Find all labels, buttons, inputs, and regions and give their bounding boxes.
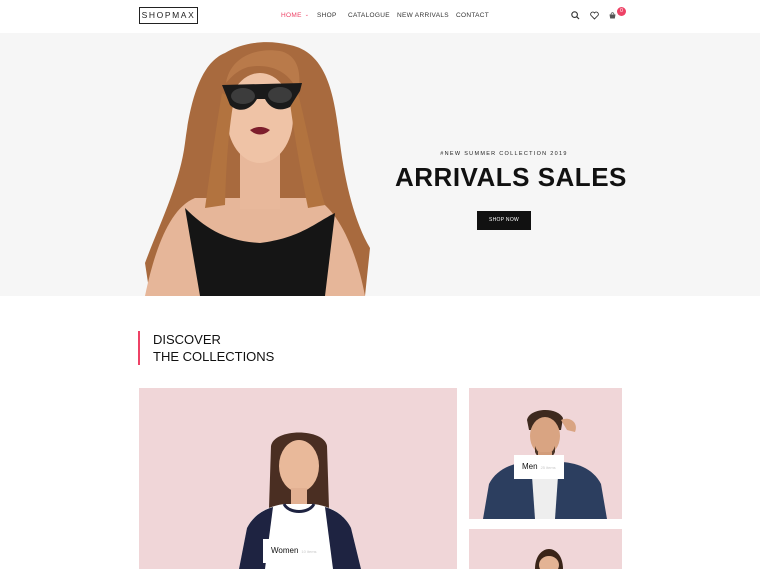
section-accent-bar [138, 331, 140, 365]
cart-count-badge: 0 [617, 7, 626, 16]
collection-count-men: 25 items [540, 465, 556, 470]
nav-item-shop[interactable]: SHOP [317, 12, 337, 19]
hero-title: ARRIVALS SALES [395, 162, 627, 192]
nav-item-contact[interactable]: CONTACT [456, 12, 489, 19]
chevron-down-icon: ⌄ [304, 12, 310, 18]
hero-subtitle: #NEW SUMMER COLLECTION 2019 [440, 151, 568, 157]
collection-count-women: 10 items [301, 549, 317, 554]
collection-model-image [535, 549, 563, 569]
hero-banner: #NEW SUMMER COLLECTION 2019 ARRIVALS SAL… [0, 33, 760, 296]
section-title-line1: DISCOVER [153, 332, 221, 347]
nav-item-catalogue[interactable]: CATALOGUE [348, 12, 390, 19]
shop-now-button[interactable]: SHOP NOW [477, 211, 531, 230]
collection-label-women[interactable]: Women 10 items [263, 539, 325, 563]
collection-card-men[interactable]: Men 25 items [469, 388, 622, 519]
collection-card-women[interactable]: Women 10 items [139, 388, 457, 569]
section-title-line2: THE COLLECTIONS [153, 349, 275, 364]
collection-card[interactable] [469, 529, 622, 569]
hero-model-image [145, 42, 370, 296]
nav-item-new-arrivals[interactable]: NEW ARRIVALS [397, 12, 449, 19]
search-icon[interactable] [570, 10, 581, 21]
heart-icon[interactable] [589, 10, 600, 21]
section-title: DISCOVER THE COLLECTIONS [153, 331, 274, 365]
nav-item-home[interactable]: HOME ⌄ [281, 12, 309, 19]
collection-label-men[interactable]: Men 25 items [514, 455, 564, 479]
site-header: SHOPMAX HOME ⌄ SHOP CATALOGUE NEW ARRIVAL… [0, 0, 760, 33]
brand-logo[interactable]: SHOPMAX [139, 7, 198, 24]
